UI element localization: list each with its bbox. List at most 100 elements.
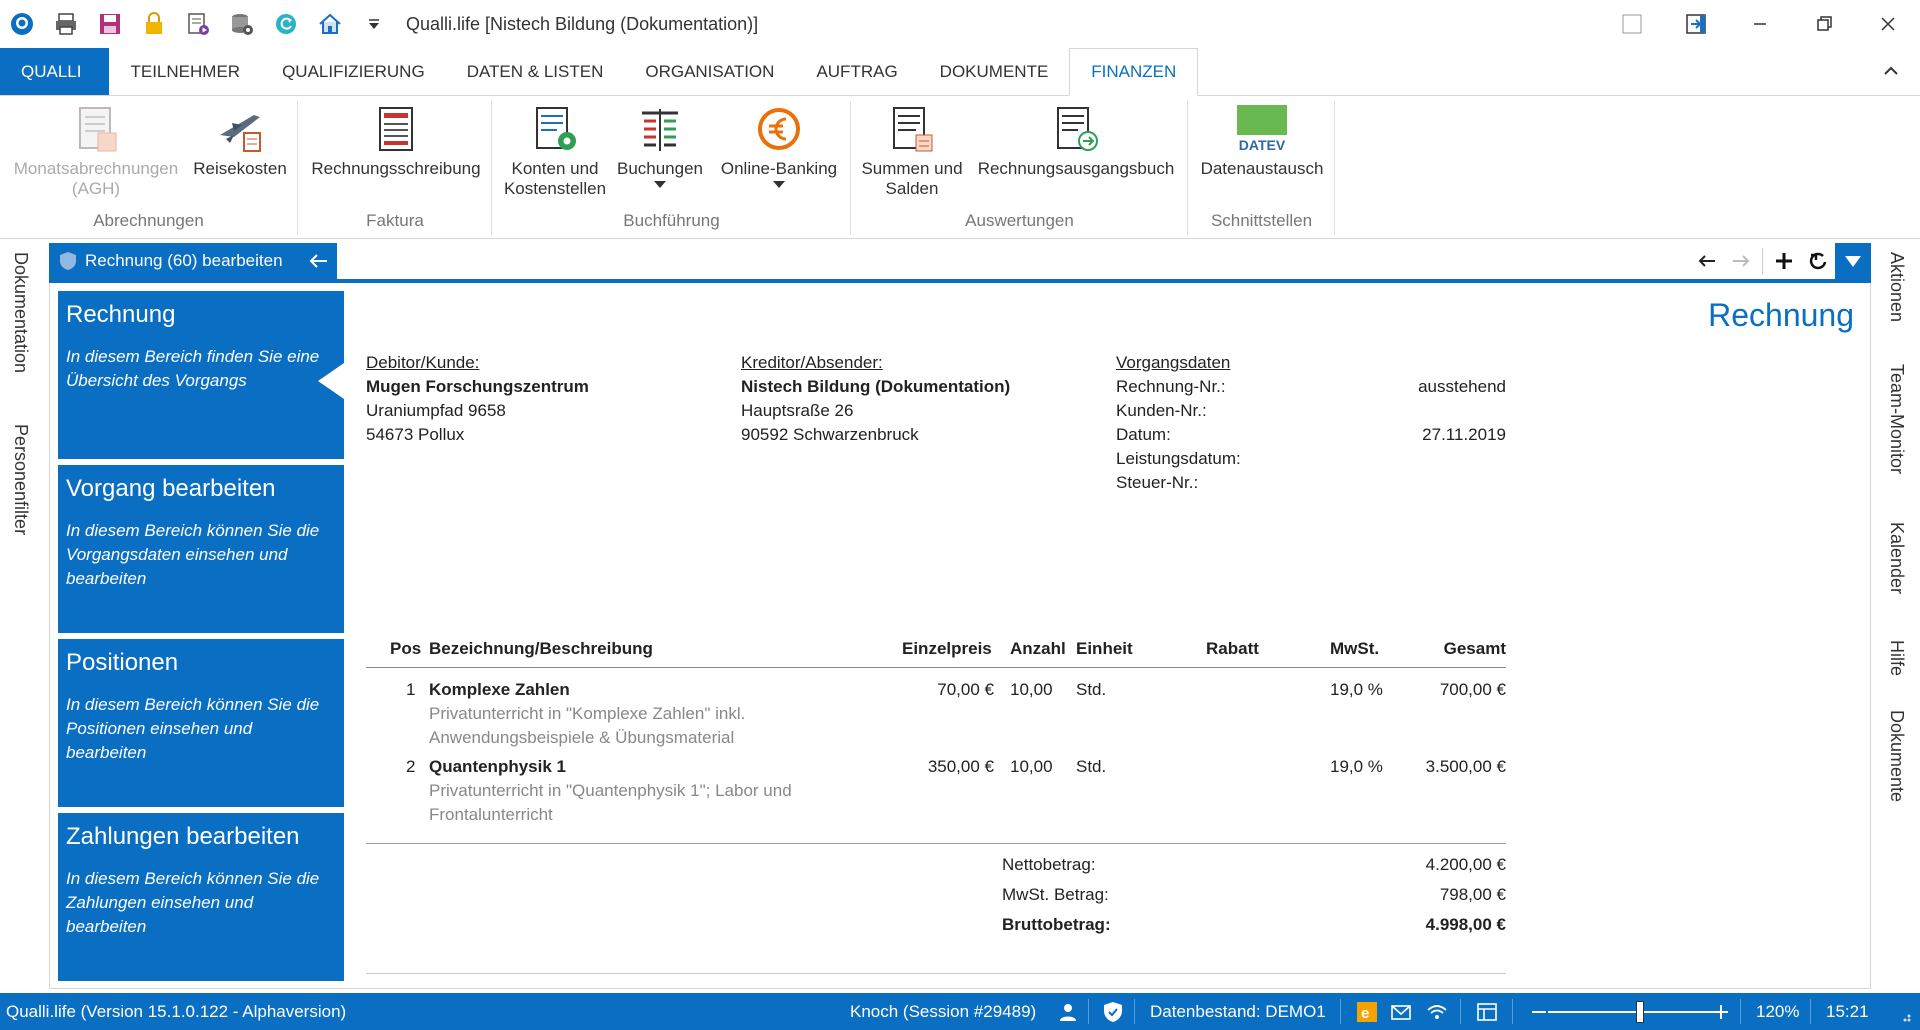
reisekosten-button[interactable]: Reisekosten (190, 105, 290, 179)
side-tab-dokumente[interactable]: Dokumente (1886, 710, 1907, 802)
section-card-positionen[interactable]: Positionen In diesem Bereich können Sie … (58, 639, 344, 807)
ribbon-group-schnittstellen: DATEV Datenaustausch Schnittstellen (1189, 101, 1335, 235)
monatsabrechnungen-button[interactable]: Monatsabrechnungen (AGH) (8, 105, 184, 199)
leistungsdatum-label: Leistungsdatum: (1116, 449, 1241, 468)
side-tab-team-monitor[interactable]: Team-Monitor (1886, 364, 1907, 474)
nav-forward-button[interactable] (1724, 243, 1758, 279)
tab-qualli[interactable]: QUALLI (0, 48, 110, 95)
fullscreen-icon[interactable] (1600, 0, 1664, 48)
section-card-rechnung[interactable]: Rechnung In diesem Bereich finden Sie ei… (58, 291, 344, 459)
row-einzelpreis: 350,00 € (927, 757, 994, 776)
kreditor-city: 90592 Schwarzenbruck (741, 425, 919, 444)
steuer-nr-row: Steuer-Nr.: (1116, 471, 1506, 495)
kunden-nr-label: Kunden-Nr.: (1116, 401, 1207, 420)
report-play-icon[interactable] (176, 0, 220, 48)
zoom-level[interactable]: 120% (1756, 993, 1799, 1030)
app-logo-icon[interactable] (0, 0, 44, 48)
print-icon[interactable] (44, 0, 88, 48)
datenaustausch-button[interactable]: DATEV Datenaustausch (1193, 105, 1331, 179)
status-separator (1460, 999, 1461, 1024)
document-tab-rechnung[interactable]: Rechnung (60) bearbeiten (49, 243, 337, 279)
tab-organisation[interactable]: ORGANISATION (624, 48, 795, 95)
column-header-bezeichnung: Bezeichnung/Beschreibung (429, 639, 653, 658)
zoom-in-icon[interactable] (1710, 1001, 1732, 1023)
version-text: Qualli.life (Version 15.1.0.122 - Alphav… (6, 1002, 347, 1021)
header-divider (366, 667, 1506, 668)
rechnungsausgangsbuch-button[interactable]: Rechnungsausgangsbuch (970, 105, 1182, 179)
refresh-circle-icon[interactable] (264, 0, 308, 48)
right-side-panel: Aktionen Team-Monitor Kalender Hilfe Dok… (1876, 240, 1920, 992)
home-icon[interactable] (308, 0, 352, 48)
online-banking-button[interactable]: Online-Banking (713, 105, 845, 188)
section-card-vorgang-bearbeiten[interactable]: Vorgang bearbeiten In diesem Bereich kön… (58, 465, 344, 633)
totals-divider (366, 843, 1506, 844)
arrow-right-icon (1733, 255, 1750, 267)
row-einheit: Std. (1076, 680, 1107, 699)
nav-back-button[interactable] (1690, 243, 1724, 279)
buchungen-button[interactable]: Buchungen (615, 105, 705, 188)
reisekosten-label: Reisekosten (193, 159, 287, 178)
netto-label: Nettobetrag: (1002, 855, 1096, 874)
collapse-ribbon-icon[interactable] (1880, 60, 1902, 82)
tab-daten-listen[interactable]: DATEN & LISTEN (446, 48, 625, 95)
section-card-zahlungen-bearbeiten[interactable]: Zahlungen bearbeiten In diesem Bereich k… (58, 813, 344, 981)
leistungsdatum-row: Leistungsdatum: (1116, 447, 1506, 471)
konten-label-1: Konten und (511, 159, 599, 178)
datenbestand-text[interactable]: Datenbestand: DEMO1 (1150, 993, 1326, 1030)
balance-sheet-icon (893, 107, 933, 152)
document-navigation (1690, 243, 1871, 279)
close-icon[interactable] (1856, 0, 1920, 48)
steuer-nr-label: Steuer-Nr.: (1116, 473, 1199, 492)
resize-grip-icon[interactable] (1896, 1007, 1912, 1023)
database-settings-icon[interactable] (220, 0, 264, 48)
menu-dropdown-button[interactable] (1835, 243, 1871, 279)
status-separator (1740, 999, 1741, 1024)
customize-dropdown-icon[interactable] (352, 0, 396, 48)
restore-icon[interactable] (1792, 0, 1856, 48)
tab-auftrag[interactable]: AUFTRAG (795, 48, 918, 95)
quick-access-toolbar (0, 0, 396, 48)
side-tab-aktionen[interactable]: Aktionen (1886, 252, 1907, 322)
section-description: In diesem Bereich können Sie die Positio… (66, 695, 320, 762)
tab-teilnehmer[interactable]: TEILNEHMER (109, 48, 261, 95)
minimize-icon[interactable] (1728, 0, 1792, 48)
side-tab-hilfe[interactable]: Hilfe (1886, 640, 1907, 676)
mail-icon[interactable] (1390, 1001, 1412, 1023)
exit-window-icon[interactable] (1664, 0, 1728, 48)
rechnung-nr-label: Rechnung-Nr.: (1116, 377, 1226, 396)
lock-icon[interactable] (132, 0, 176, 48)
monatsabrechnungen-label-1: Monatsabrechnungen (13, 159, 179, 178)
user-settings-icon[interactable] (1058, 1001, 1080, 1023)
zoom-slider-thumb[interactable] (1636, 1001, 1645, 1023)
online-banking-label: Online-Banking (720, 159, 838, 178)
window-title: Qualli.life [Nistech Bildung (Dokumentat… (406, 13, 759, 34)
save-icon[interactable] (88, 0, 132, 48)
reload-button[interactable] (1801, 243, 1835, 279)
tab-finanzen[interactable]: FINANZEN (1069, 48, 1199, 96)
row-einzelpreis: 70,00 € (937, 680, 994, 699)
e-service-icon[interactable]: e (1356, 1001, 1378, 1023)
security-shield-icon[interactable] (1102, 1001, 1124, 1023)
tab-qualifizierung[interactable]: QUALIFIZIERUNG (261, 48, 446, 95)
window-controls (1600, 0, 1920, 48)
tab-dokumente[interactable]: DOKUMENTE (919, 48, 1070, 95)
back-arrow-icon[interactable] (307, 251, 329, 271)
summen-salden-button[interactable]: Summen und Salden (858, 105, 966, 199)
section-title: Vorgang bearbeiten (66, 475, 276, 502)
bottom-divider (366, 973, 1506, 974)
side-tab-dokumentation[interactable]: Dokumentation (10, 252, 31, 373)
ribbon-group-buchfuehrung: Konten und Kostenstellen Buchungen Onlin… (493, 101, 851, 235)
side-tab-kalender[interactable]: Kalender (1886, 522, 1907, 594)
layout-icon[interactable] (1476, 1001, 1498, 1023)
column-header-einheit: Einheit (1076, 639, 1133, 658)
wifi-icon[interactable] (1426, 1001, 1448, 1023)
monatsabrechnungen-label-2: (AGH) (71, 179, 121, 198)
konten-kostenstellen-button[interactable]: Konten und Kostenstellen (499, 105, 611, 199)
side-tab-personenfilter[interactable]: Personenfilter (10, 424, 31, 535)
kreditor-street: Hauptsraße 26 (741, 401, 854, 420)
zoom-slider[interactable] (1548, 1011, 1716, 1013)
new-button[interactable] (1767, 243, 1801, 279)
zoom-out-icon[interactable] (1528, 1001, 1550, 1023)
rechnungsschreibung-button[interactable]: Rechnungsschreibung (307, 105, 485, 179)
datev-logo-text: DATEV (1238, 137, 1286, 153)
